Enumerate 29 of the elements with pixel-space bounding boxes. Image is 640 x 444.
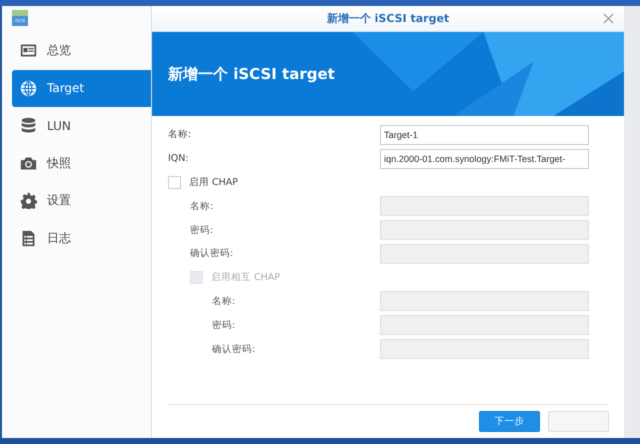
globe-icon <box>20 80 37 96</box>
checkbox-label: 启用相互 CHAP <box>211 271 280 284</box>
settings-icon <box>20 192 37 209</box>
field-label: 名称: <box>189 200 214 213</box>
checkbox[interactable] <box>168 176 181 189</box>
sidebar-item[interactable]: 日志 <box>12 220 151 256</box>
sidebar-item[interactable]: Target <box>12 70 151 106</box>
field-label: IQN: <box>168 153 189 164</box>
input-field[interactable]: Target-1 <box>380 124 589 145</box>
camera-icon <box>20 154 37 172</box>
field-label: 密码: <box>211 318 236 332</box>
field-label: 确认密码: <box>211 342 256 356</box>
close-icon[interactable] <box>603 13 614 24</box>
dialog-title: 新增一个 iSCSI target <box>326 11 450 26</box>
sidebar-item[interactable]: 快照 <box>12 144 151 182</box>
field-label: 密码: <box>189 224 214 237</box>
document-list-icon <box>20 230 37 246</box>
input-field[interactable]: iqn.2000-01.com.synology:FMiT-Test.Target- <box>380 148 589 169</box>
banner-title: 新增一个 iSCSI target <box>168 64 335 84</box>
field-label: 确认密码: <box>189 247 234 260</box>
field-label: 名称: <box>211 294 236 308</box>
field-label: 名称: <box>168 128 192 142</box>
sidebar-item[interactable]: 总览 <box>12 32 151 69</box>
database-icon <box>20 117 37 134</box>
sidebar-item[interactable]: LUN <box>12 107 151 144</box>
secondary-button[interactable] <box>548 411 609 432</box>
id-card-icon <box>20 42 37 59</box>
sidebar-item[interactable]: 设置 <box>12 182 151 219</box>
checkbox-label: 启用 CHAP <box>189 176 238 189</box>
